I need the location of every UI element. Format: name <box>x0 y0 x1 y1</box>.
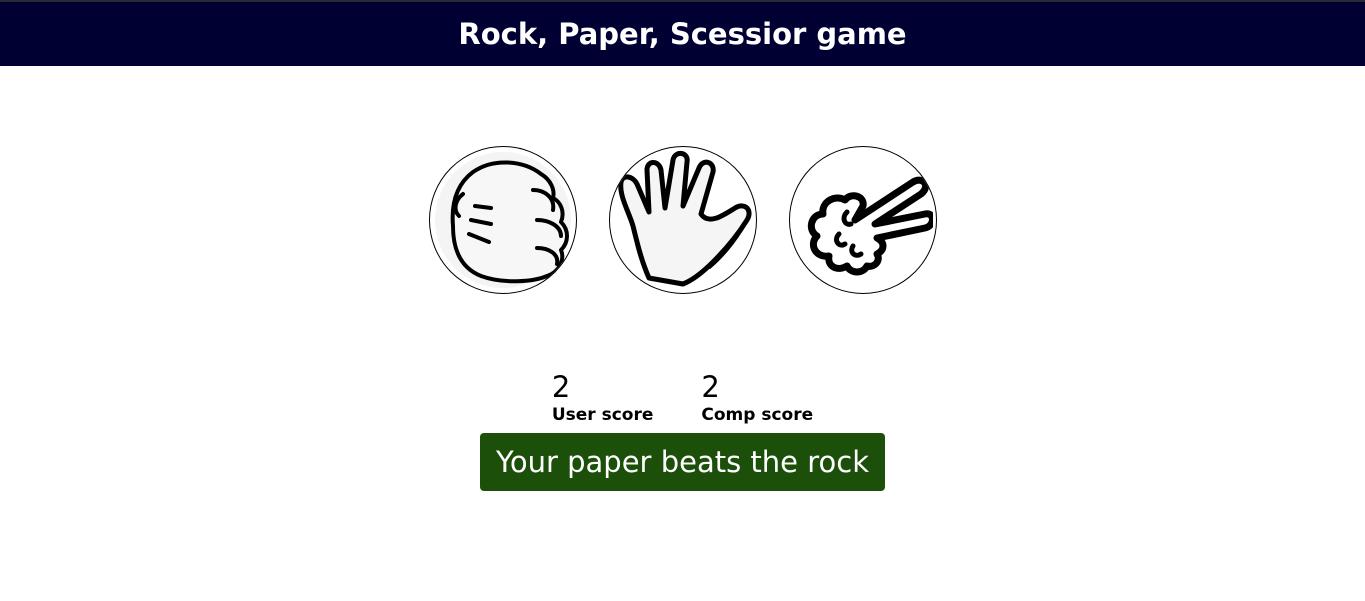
scoreboard: 2 User score 2 Comp score <box>0 370 1365 425</box>
choices-row <box>0 146 1365 294</box>
rock-choice-button[interactable] <box>428 146 577 294</box>
user-score-block: 2 User score <box>552 370 654 425</box>
scissors-hand-icon <box>794 152 933 288</box>
scissors-choice-button[interactable] <box>788 146 937 294</box>
page-title: Rock, Paper, Scessior game <box>458 17 907 51</box>
comp-score-label: Comp score <box>701 405 814 425</box>
paper-choice-button[interactable] <box>608 146 757 294</box>
page-header: Rock, Paper, Scessior game <box>0 2 1365 66</box>
rock-fist-icon <box>434 152 571 288</box>
user-score-label: User score <box>551 405 654 425</box>
comp-score-block: 2 Comp score <box>701 370 813 425</box>
user-score-value: 2 <box>551 370 571 404</box>
paper-hand-icon <box>614 151 752 288</box>
comp-score-value: 2 <box>701 370 720 404</box>
result-message: Your paper beats the rock <box>480 433 885 491</box>
message-container: Your paper beats the rock <box>0 433 1365 491</box>
